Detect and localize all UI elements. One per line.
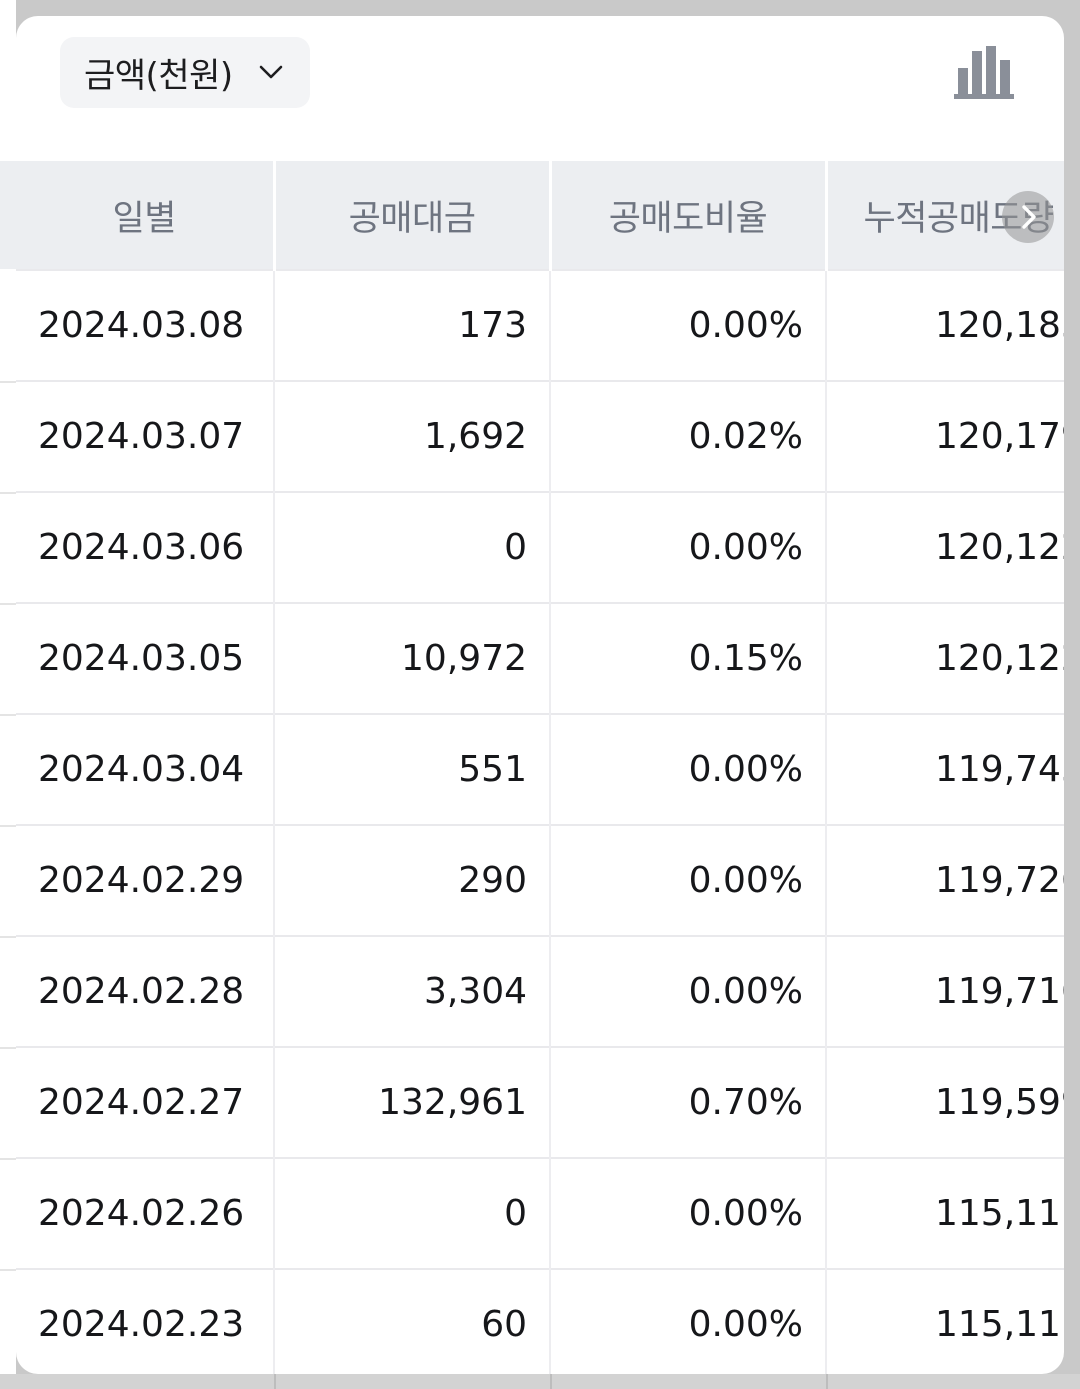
table-header-row: 일별 공매대금 공매도비율 누적공매도량: [16, 161, 1064, 270]
table-row: 2024.02.23 60 0.00% 115,111: [16, 1268, 1064, 1374]
cell-amount: 1,692: [274, 380, 551, 492]
background-row-divider: [0, 1269, 16, 1271]
cell-date: 2024.02.23: [16, 1268, 275, 1374]
cell-amount: 0: [274, 491, 551, 603]
background-table-edge: [0, 0, 16, 1389]
background-row-divider: [0, 936, 16, 938]
chevron-down-icon: [259, 65, 283, 79]
cell-ratio: 0.70%: [550, 1046, 827, 1158]
cell-amount: 60: [274, 1268, 551, 1374]
cell-date: 2024.03.04: [16, 713, 275, 825]
header-date[interactable]: 일별: [16, 161, 276, 270]
unit-selector-label: 금액(천원): [84, 56, 233, 96]
cell-date: 2024.02.26: [16, 1157, 275, 1269]
cell-amount: 173: [274, 269, 551, 381]
cell-date: 2024.03.07: [16, 380, 275, 492]
cell-amount: 0: [274, 1157, 551, 1269]
table-row: 2024.02.28 3,304 0.00% 119,716: [16, 935, 1064, 1047]
cell-date: 2024.02.29: [16, 824, 275, 936]
cell-amount: 10,972: [274, 602, 551, 714]
table-row: 2024.03.08 173 0.00% 120,185: [16, 269, 1064, 381]
cell-ratio: 0.00%: [550, 491, 827, 603]
background-row-divider: [0, 381, 16, 383]
background-table-header: [0, 161, 16, 269]
background-column-divider: [274, 1374, 276, 1389]
table-row: 2024.02.29 290 0.00% 119,726: [16, 824, 1064, 936]
cell-ratio: 0.00%: [550, 713, 827, 825]
background-row-divider: [0, 714, 16, 716]
daily-short-sale-table: 일별 공매대금 공매도비율 누적공매도량 2024.03.08 173 0.00…: [16, 161, 1064, 1374]
background-table-bottom: [0, 1374, 1080, 1389]
daily-short-sale-table-container[interactable]: 일별 공매대금 공매도비율 누적공매도량 2024.03.08 173 0.00…: [16, 161, 1064, 1374]
chevron-right-icon: [1022, 205, 1036, 229]
cell-amount: 3,304: [274, 935, 551, 1047]
cell-date: 2024.03.06: [16, 491, 275, 603]
cell-date: 2024.02.27: [16, 1046, 275, 1158]
cell-ratio: 0.00%: [550, 1157, 827, 1269]
cell-amount: 290: [274, 824, 551, 936]
cell-amount: 551: [274, 713, 551, 825]
background-column-divider: [826, 1374, 828, 1389]
background-row-divider: [0, 492, 16, 494]
table-row: 2024.03.05 10,972 0.15% 120,122: [16, 602, 1064, 714]
table-row: 2024.03.06 0 0.00% 120,122: [16, 491, 1064, 603]
short-selling-card: 금액(천원) 일별 공매대금 공매도비율 누적공매도량 2024.03.08 1…: [16, 16, 1064, 1374]
cell-cumulative: 119,599: [826, 1046, 1064, 1158]
table-row: 2024.02.27 132,961 0.70% 119,599: [16, 1046, 1064, 1158]
cell-ratio: 0.00%: [550, 269, 827, 381]
cell-amount: 132,961: [274, 1046, 551, 1158]
cell-cumulative: 119,726: [826, 824, 1064, 936]
cell-cumulative: 115,111: [826, 1157, 1064, 1269]
cell-cumulative: 119,745: [826, 713, 1064, 825]
background-row-divider: [0, 1047, 16, 1049]
cell-ratio: 0.00%: [550, 824, 827, 936]
background-row-divider: [0, 603, 16, 605]
cell-date: 2024.03.05: [16, 602, 275, 714]
cell-cumulative: 119,716: [826, 935, 1064, 1047]
table-row: 2024.03.04 551 0.00% 119,745: [16, 713, 1064, 825]
cell-ratio: 0.02%: [550, 380, 827, 492]
background-row-divider: [0, 825, 16, 827]
cell-ratio: 0.15%: [550, 602, 827, 714]
cell-cumulative: 120,122: [826, 602, 1064, 714]
scroll-right-button[interactable]: [1002, 191, 1054, 243]
background-row-divider: [0, 1158, 16, 1160]
header-short-amount[interactable]: 공매대금: [274, 161, 552, 270]
cell-date: 2024.02.28: [16, 935, 275, 1047]
background-column-divider: [550, 1374, 552, 1389]
cell-cumulative: 120,185: [826, 269, 1064, 381]
cell-ratio: 0.00%: [550, 1268, 827, 1374]
bar-chart-icon[interactable]: [952, 46, 1016, 100]
table-row: 2024.02.26 0 0.00% 115,111: [16, 1157, 1064, 1269]
cell-cumulative: 120,122: [826, 491, 1064, 603]
cell-ratio: 0.00%: [550, 935, 827, 1047]
table-row: 2024.03.07 1,692 0.02% 120,179: [16, 380, 1064, 492]
unit-selector-dropdown[interactable]: 금액(천원): [60, 37, 310, 108]
cell-cumulative: 115,111: [826, 1268, 1064, 1374]
header-short-ratio[interactable]: 공매도비율: [550, 161, 828, 270]
cell-cumulative: 120,179: [826, 380, 1064, 492]
cell-date: 2024.03.08: [16, 269, 275, 381]
